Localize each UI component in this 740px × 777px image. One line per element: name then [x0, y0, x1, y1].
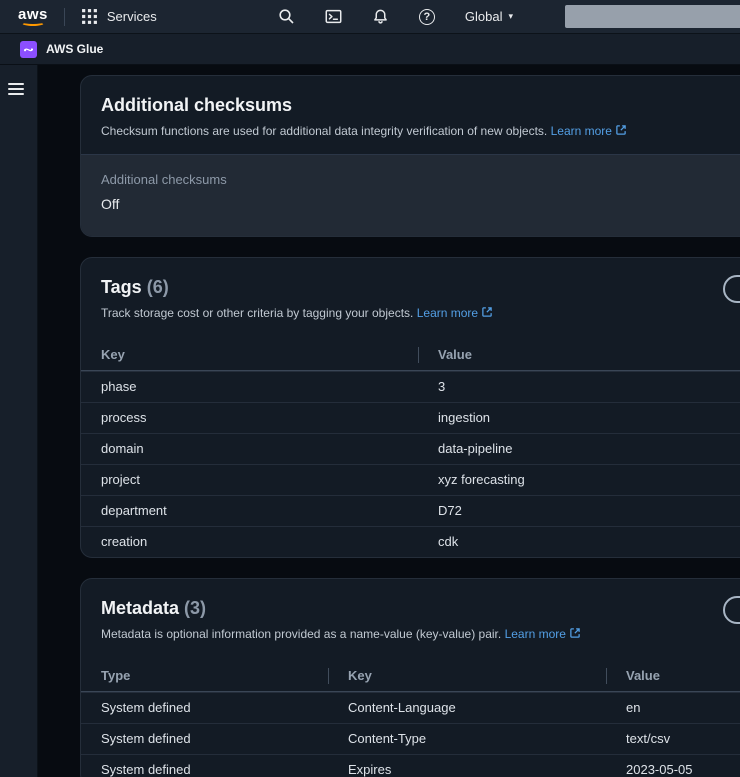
notifications-button[interactable] [372, 8, 389, 25]
table-row: department D72 [81, 495, 740, 526]
table-row: phase 3 [81, 371, 740, 402]
table-row: project xyz forecasting [81, 464, 740, 495]
checksums-field-value: Off [101, 196, 740, 212]
panel-header: Tags (6) Track storage cost or other cri… [81, 258, 740, 336]
cloudshell-icon [325, 8, 342, 25]
table-row: domain data-pipeline [81, 433, 740, 464]
cell-key: department [81, 496, 418, 526]
panel-description: Checksum functions are used for addition… [101, 123, 740, 139]
panel-title: Tags (6) [101, 276, 740, 298]
panel-title: Additional checksums [101, 94, 740, 116]
help-icon: ? [419, 9, 435, 25]
panel-description: Track storage cost or other criteria by … [101, 305, 740, 321]
top-navigation-bar: aws Services [0, 0, 740, 33]
external-link-icon [481, 306, 493, 318]
cell-key: Content-Type [328, 724, 606, 754]
account-menu-redacted[interactable] [565, 5, 740, 28]
external-link-icon [569, 627, 581, 639]
side-navigation [0, 65, 38, 777]
column-header-value[interactable]: Value [418, 340, 740, 370]
learn-more-link[interactable]: Learn more [551, 124, 627, 138]
column-header-type[interactable]: Type [81, 661, 328, 691]
cell-type: System defined [81, 724, 328, 754]
panel-header: Metadata (3) Metadata is optional inform… [81, 579, 740, 657]
hamburger-icon [8, 83, 24, 85]
external-link-icon [615, 124, 627, 136]
cell-value: D72 [418, 496, 740, 526]
table-row: process ingestion [81, 402, 740, 433]
aws-logo-swoosh [21, 19, 45, 26]
app-breadcrumb-bar: AWS Glue [0, 33, 740, 65]
app-title[interactable]: AWS Glue [46, 42, 103, 56]
cell-value: en [606, 693, 740, 723]
column-header-key[interactable]: Key [328, 661, 606, 691]
tags-count: (6) [147, 277, 169, 297]
cell-value: text/csv [606, 724, 740, 754]
table-header-row: Type Key Value [81, 661, 740, 692]
services-label: Services [107, 9, 157, 24]
services-menu-button[interactable]: Services [81, 8, 157, 25]
table-row: creation cdk [81, 526, 740, 557]
cell-value: cdk [418, 527, 740, 557]
chevron-down-icon: ▾ [508, 11, 513, 22]
cell-value: 2023-05-05 [606, 755, 740, 777]
region-selector[interactable]: Global ▾ [465, 9, 513, 24]
cell-key: process [81, 403, 418, 433]
search-icon [278, 8, 295, 25]
panel-tags: Tags (6) Track storage cost or other cri… [80, 257, 740, 558]
learn-more-link[interactable]: Learn more [417, 306, 493, 320]
metadata-table: Type Key Value System defined Content-La… [81, 661, 740, 777]
table-header-row: Key Value [81, 340, 740, 371]
column-header-key[interactable]: Key [81, 340, 418, 370]
menu-toggle-button[interactable] [8, 79, 30, 99]
grid-icon [81, 8, 98, 25]
panel-metadata: Metadata (3) Metadata is optional inform… [80, 578, 740, 777]
cell-value: 3 [418, 372, 740, 402]
cloudshell-button[interactable] [325, 8, 342, 25]
cell-key: project [81, 465, 418, 495]
column-header-value[interactable]: Value [606, 661, 740, 691]
tags-table: Key Value phase 3 process ingestion doma… [81, 340, 740, 557]
cell-key: Content-Language [328, 693, 606, 723]
panel-title: Metadata (3) [101, 597, 740, 619]
cell-key: creation [81, 527, 418, 557]
aws-logo[interactable]: aws [18, 8, 48, 26]
table-row: System defined Content-Type text/csv [81, 723, 740, 754]
panel-header: Additional checksums Checksum functions … [81, 76, 740, 154]
bell-icon [372, 8, 389, 25]
cell-key: phase [81, 372, 418, 402]
search-button[interactable] [278, 8, 295, 25]
table-row: System defined Expires 2023-05-05 [81, 754, 740, 777]
table-row: System defined Content-Language en [81, 692, 740, 723]
cell-value: data-pipeline [418, 434, 740, 464]
aws-glue-icon [20, 41, 37, 58]
cell-value: xyz forecasting [418, 465, 740, 495]
help-button[interactable]: ? [419, 9, 435, 25]
checksums-field-label: Additional checksums [101, 172, 740, 187]
checksums-field-section: Additional checksums Off [81, 154, 740, 236]
cell-type: System defined [81, 693, 328, 723]
region-label: Global [465, 9, 503, 24]
cell-key: Expires [328, 755, 606, 777]
main-content: Additional checksums Checksum functions … [38, 65, 740, 777]
metadata-count: (3) [184, 598, 206, 618]
topbar-divider [64, 8, 65, 26]
cell-key: domain [81, 434, 418, 464]
panel-additional-checksums: Additional checksums Checksum functions … [80, 75, 740, 237]
topbar-right-group: ? Global ▾ [278, 5, 740, 28]
learn-more-link[interactable]: Learn more [505, 627, 581, 641]
panel-description: Metadata is optional information provide… [101, 626, 740, 642]
cell-value: ingestion [418, 403, 740, 433]
cell-type: System defined [81, 755, 328, 777]
